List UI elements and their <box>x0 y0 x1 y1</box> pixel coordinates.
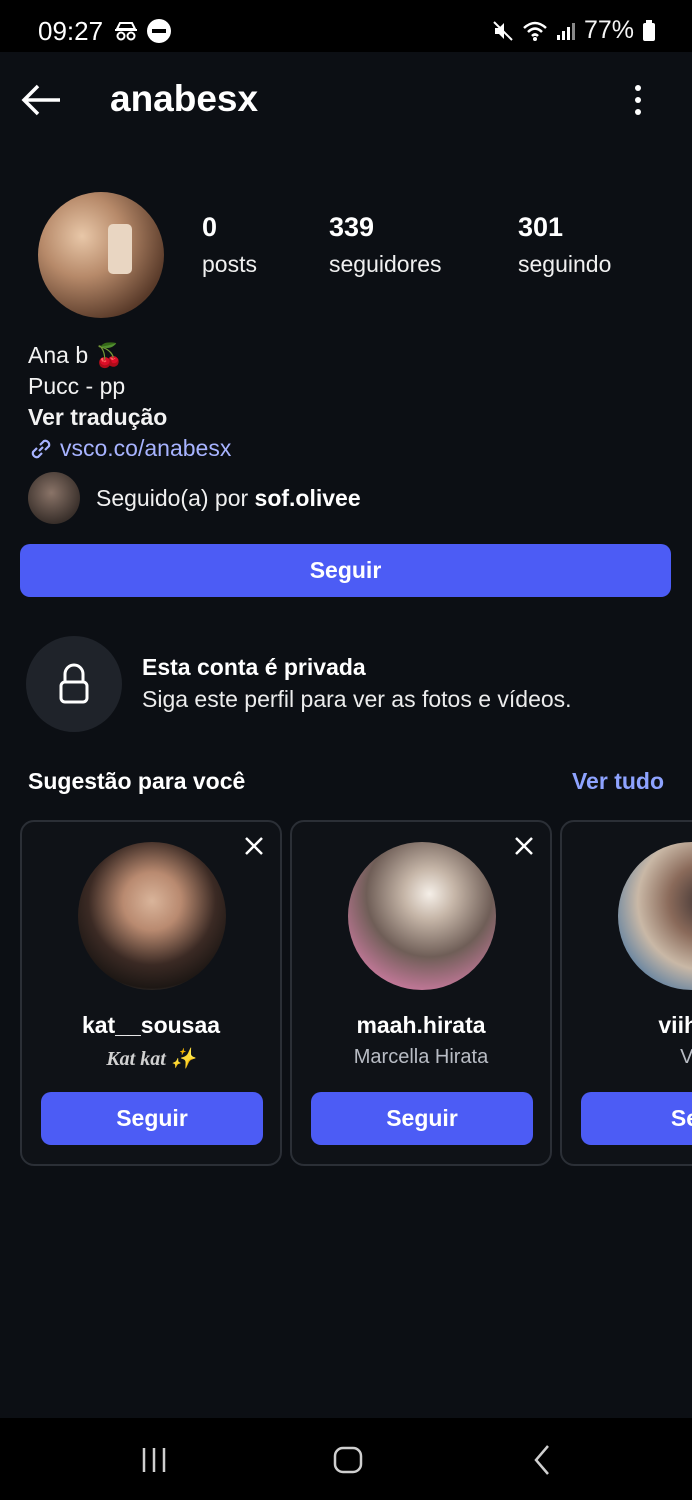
mute-icon <box>493 20 513 41</box>
suggestion-follow-button[interactable]: Seguir <box>311 1092 533 1145</box>
profile-bio-text: Pucc - pp <box>28 373 126 399</box>
suggestions-heading: Sugestão para você <box>28 768 246 794</box>
profile-username-title: anabesx <box>110 78 259 119</box>
stat-posts[interactable]: 0 posts <box>202 212 257 278</box>
wifi-icon <box>523 21 547 41</box>
stat-following-value: 301 <box>518 212 564 242</box>
signal-icon <box>556 22 575 40</box>
incognito-icon <box>115 22 137 41</box>
followed-by-username: sof.olivee <box>254 484 361 511</box>
battery-percent: 77% <box>583 16 634 44</box>
status-time: 09:27 <box>38 16 104 46</box>
suggestion-avatar[interactable] <box>78 842 226 990</box>
profile-avatar[interactable] <box>38 192 164 318</box>
followed-by-prefix: Seguido(a) por <box>96 484 255 511</box>
stat-posts-value: 0 <box>202 212 218 242</box>
battery-icon <box>643 19 655 41</box>
followed-by[interactable]: Seguido(a) por sof.olivee <box>28 472 361 524</box>
profile-website-link[interactable]: vsco.co/anabesx <box>28 433 231 464</box>
close-icon[interactable] <box>512 834 536 858</box>
recent-apps-icon[interactable] <box>140 1442 168 1478</box>
lock-circle <box>26 636 122 732</box>
followed-by-text: Seguido(a) por sof.olivee <box>96 485 361 512</box>
suggestion-follow-button[interactable]: Seguir <box>41 1092 263 1145</box>
avatar-phone-shape <box>108 224 132 274</box>
stat-followers[interactable]: 339 seguidores <box>329 212 442 278</box>
status-bar: 09:27 77% <box>0 0 692 52</box>
suggestion-fullname: Marcella Hirata <box>353 1046 489 1068</box>
stat-following-label: seguindo <box>518 251 612 277</box>
suggestion-card[interactable]: viih_k Vii Seg <box>560 820 692 1166</box>
suggestion-username[interactable]: kat__sousaa <box>22 1012 280 1039</box>
home-icon[interactable] <box>332 1442 364 1478</box>
private-notice-subtitle: Siga este perfil para ver as fotos e víd… <box>142 686 572 712</box>
mutual-follower-avatar <box>28 472 80 524</box>
stat-posts-label: posts <box>202 251 257 277</box>
suggestion-follow-button[interactable]: Seg <box>581 1092 692 1145</box>
lock-icon <box>59 663 89 704</box>
stat-following[interactable]: 301 seguindo <box>518 212 611 278</box>
back-arrow-icon[interactable] <box>20 80 64 120</box>
suggestion-fullname: Kat kat ✨ <box>106 1048 196 1070</box>
suggestion-username[interactable]: viih_k <box>562 1012 692 1039</box>
link-icon <box>31 439 51 458</box>
profile-display-name: Ana b 🍒 <box>28 342 124 368</box>
suggestion-avatar[interactable] <box>348 842 496 990</box>
private-account-notice: Esta conta é privada Siga este perfil pa… <box>26 636 666 732</box>
do-not-disturb-icon <box>147 19 171 43</box>
more-vertical-icon[interactable] <box>624 82 652 118</box>
suggestion-card[interactable]: kat__sousaa Kat kat ✨ Seguir <box>20 820 282 1166</box>
stat-followers-value: 339 <box>329 212 375 242</box>
private-notice-title: Esta conta é privada <box>142 654 366 680</box>
profile-bio: Ana b 🍒 Pucc - pp Ver tradução vsco.co/a… <box>28 340 231 464</box>
suggestion-avatar[interactable] <box>618 842 692 990</box>
suggestion-card[interactable]: maah.hirata Marcella Hirata Seguir <box>290 820 552 1166</box>
stat-followers-label: seguidores <box>329 251 442 277</box>
suggestion-username[interactable]: maah.hirata <box>292 1012 550 1039</box>
profile-screen: anabesx 0 posts 339 seguidores 301 segui… <box>0 52 692 1418</box>
system-nav-bar <box>0 1418 692 1500</box>
back-nav-icon[interactable] <box>530 1442 554 1478</box>
translate-link[interactable]: Ver tradução <box>28 402 231 433</box>
suggestions-carousel[interactable]: kat__sousaa Kat kat ✨ Seguir maah.hirata… <box>20 820 692 1166</box>
close-icon[interactable] <box>242 834 266 858</box>
suggestion-fullname: Vii <box>680 1046 692 1068</box>
profile-website-text: vsco.co/anabesx <box>60 435 232 461</box>
follow-button[interactable]: Seguir <box>20 544 671 597</box>
see-all-link[interactable]: Ver tudo <box>572 768 664 795</box>
